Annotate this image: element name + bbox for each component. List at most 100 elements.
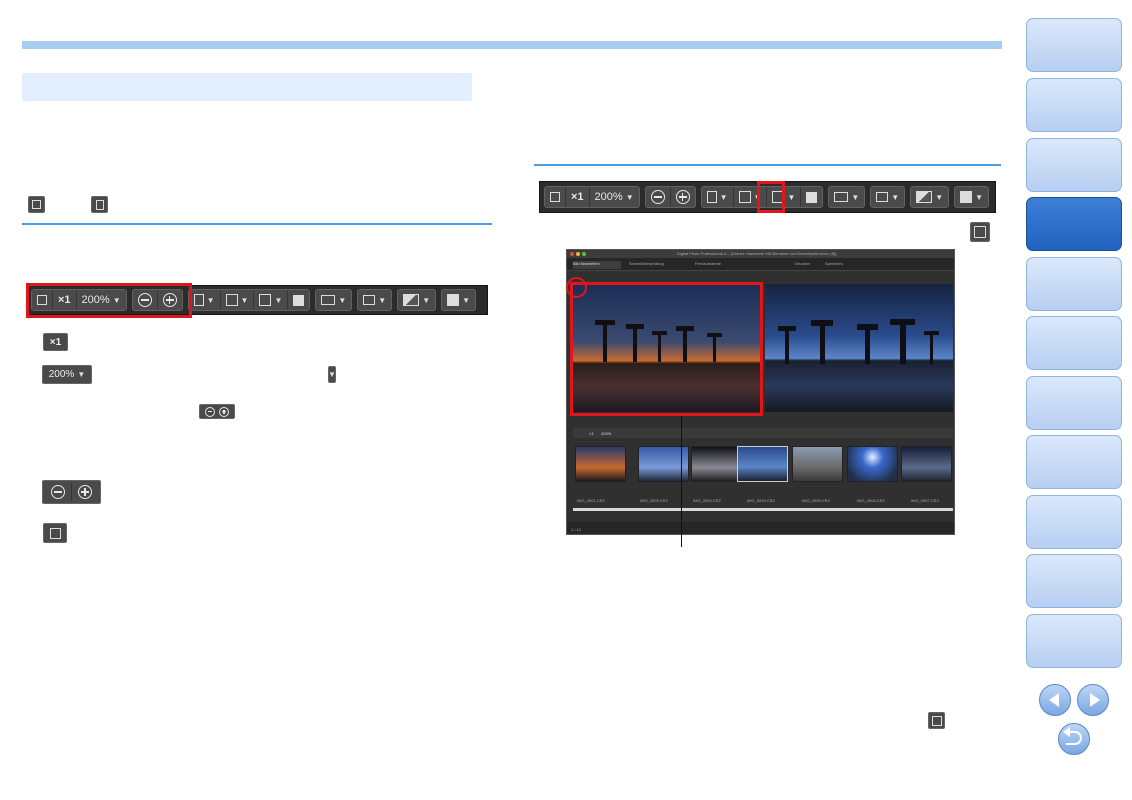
nav-tab-9[interactable]	[1026, 495, 1122, 549]
chevron-down-icon: ▼	[328, 370, 336, 379]
screenshot-zoom-1x[interactable]: ×1	[589, 431, 594, 436]
info-button[interactable]: ▼	[955, 187, 988, 207]
thumbnail-selected[interactable]	[737, 446, 788, 482]
zoom-group: ×1 200% ▼	[544, 186, 640, 208]
chevron-down-icon: ▼	[719, 192, 728, 202]
arrow-left-icon	[1049, 693, 1059, 707]
zoom-inout-image	[42, 480, 101, 504]
screenshot-zoom-level[interactable]: 200%	[601, 431, 611, 436]
single-view-button[interactable]: ▼	[702, 187, 734, 207]
chevron-down-icon: ▼	[891, 192, 900, 202]
chevron-down-icon: ▼	[206, 295, 215, 305]
nav-tab-11[interactable]	[1026, 614, 1122, 668]
af-point-button[interactable]: ▼	[358, 290, 391, 310]
compare-view-button[interactable]: ▼	[254, 290, 289, 310]
highlight-left-preview	[570, 282, 763, 416]
next-page-button[interactable]	[1077, 684, 1109, 716]
thumbnail-filename: IMG_0001.CR2	[577, 498, 605, 503]
screenshot-tab[interactable]: Fernaufnahme	[695, 261, 721, 266]
back-button[interactable]	[1058, 723, 1090, 755]
nav-tab-2[interactable]	[1026, 78, 1122, 132]
highlight-compare-button	[757, 181, 785, 213]
compare-view-icon	[974, 226, 986, 238]
highlight-warning-button[interactable]: ▼	[398, 290, 435, 310]
zoom-in-button[interactable]	[671, 187, 695, 207]
af-point-button[interactable]: ▼	[871, 187, 904, 207]
screenshot-scrollbar[interactable]	[573, 508, 953, 511]
screenshot-tabbar: Bild bearbeiten Schnellüberprüfung Ferna…	[567, 258, 954, 271]
fit-screen-icon	[28, 196, 45, 213]
screenshot-save[interactable]: Speichern	[825, 261, 843, 266]
thumbnail-view-button[interactable]	[801, 187, 822, 207]
highlight-group: ▼	[397, 289, 437, 311]
split-view-button[interactable]: ▼	[221, 290, 255, 310]
screenshot-tab[interactable]: Bild bearbeiten	[573, 261, 621, 269]
screenshot-print[interactable]: Drucken	[795, 261, 810, 266]
fit-screen-button[interactable]	[545, 187, 566, 207]
chevron-down-icon: ▼	[851, 192, 860, 202]
screenshot-titlebar: Digital Photo Professional 4 – [Ordner: …	[567, 250, 954, 258]
info-group: ▼	[441, 289, 477, 311]
chevron-down-icon: ▼	[274, 295, 283, 305]
thumbnail-filename: IMG_0015.CR2	[747, 498, 775, 503]
dropdown-arrow-image: ▼	[328, 366, 336, 383]
info-button[interactable]: ▼	[442, 290, 475, 310]
thumbnail-filename: IMG_0003.CR2	[640, 498, 668, 503]
compare-view-icon	[931, 715, 942, 726]
highlight-zoom-controls	[26, 283, 192, 318]
grid-group: ▼	[828, 186, 866, 208]
zoom-1x-button-image: ×1	[43, 333, 68, 351]
grid-icon	[834, 192, 849, 202]
grid-icon	[321, 295, 336, 305]
zoom-level-label: 200%	[48, 369, 75, 380]
return-arrow-icon	[1063, 727, 1070, 737]
zoom-out-icon	[51, 485, 65, 499]
chevron-down-icon: ▼	[378, 295, 387, 305]
focus-group: ▼	[870, 186, 906, 208]
zoom-level-dropdown[interactable]: 200% ▼	[590, 187, 639, 207]
thumbnail[interactable]	[847, 446, 898, 482]
nav-tab-10[interactable]	[1026, 554, 1122, 608]
nav-tab-7[interactable]	[1026, 376, 1122, 430]
nav-tab-8[interactable]	[1026, 435, 1122, 489]
fit-screen-icon	[49, 527, 61, 539]
highlight-warning-button[interactable]: ▼	[911, 187, 948, 207]
grid-button[interactable]: ▼	[829, 187, 864, 207]
nav-tab-4-active[interactable]	[1026, 197, 1122, 251]
prev-page-button[interactable]	[1039, 684, 1071, 716]
thumbnail-filename: IMG_0007.CR2	[911, 498, 939, 503]
divider-left	[22, 223, 492, 225]
zoom-in-icon	[675, 190, 690, 204]
zoom-1x-button[interactable]: ×1	[566, 187, 590, 207]
chevron-down-icon: ▼	[975, 192, 984, 202]
preview-right	[765, 284, 953, 412]
header-band	[22, 41, 1002, 49]
thumbnail[interactable]	[575, 446, 626, 482]
highlight-circle	[566, 277, 587, 298]
zoom-inout-group	[644, 186, 696, 208]
grid-button[interactable]: ▼	[316, 290, 351, 310]
nav-tab-3[interactable]	[1026, 138, 1122, 192]
screenshot-count: 1 / 12	[571, 527, 582, 532]
arrow-right-icon	[1090, 693, 1100, 707]
zoom-1x-label: ×1	[571, 191, 584, 203]
zoom-out-button[interactable]	[646, 187, 671, 207]
nav-tab-1[interactable]	[1026, 18, 1122, 72]
thumbnail[interactable]	[792, 446, 843, 482]
thumbnail[interactable]	[901, 446, 952, 482]
thumbnail[interactable]	[691, 446, 742, 482]
info-icon	[960, 191, 973, 203]
nav-tab-6[interactable]	[1026, 316, 1122, 370]
highlight-warning-icon	[916, 191, 933, 203]
single-view-button[interactable]: ▼	[189, 290, 221, 310]
grid-group: ▼	[315, 289, 353, 311]
screenshot-toolbar: ×1 200%	[573, 428, 953, 438]
zoom-1x-label: ×1	[49, 336, 62, 348]
chevron-down-icon: ▼	[935, 192, 944, 202]
focus-group: ▼	[357, 289, 393, 311]
nav-tab-5[interactable]	[1026, 257, 1122, 311]
screenshot-tab[interactable]: Schnellüberprüfung	[629, 261, 664, 266]
divider-right	[534, 164, 1001, 166]
thumbnail-view-button[interactable]	[288, 290, 309, 310]
highlight-warning-icon	[403, 294, 420, 306]
